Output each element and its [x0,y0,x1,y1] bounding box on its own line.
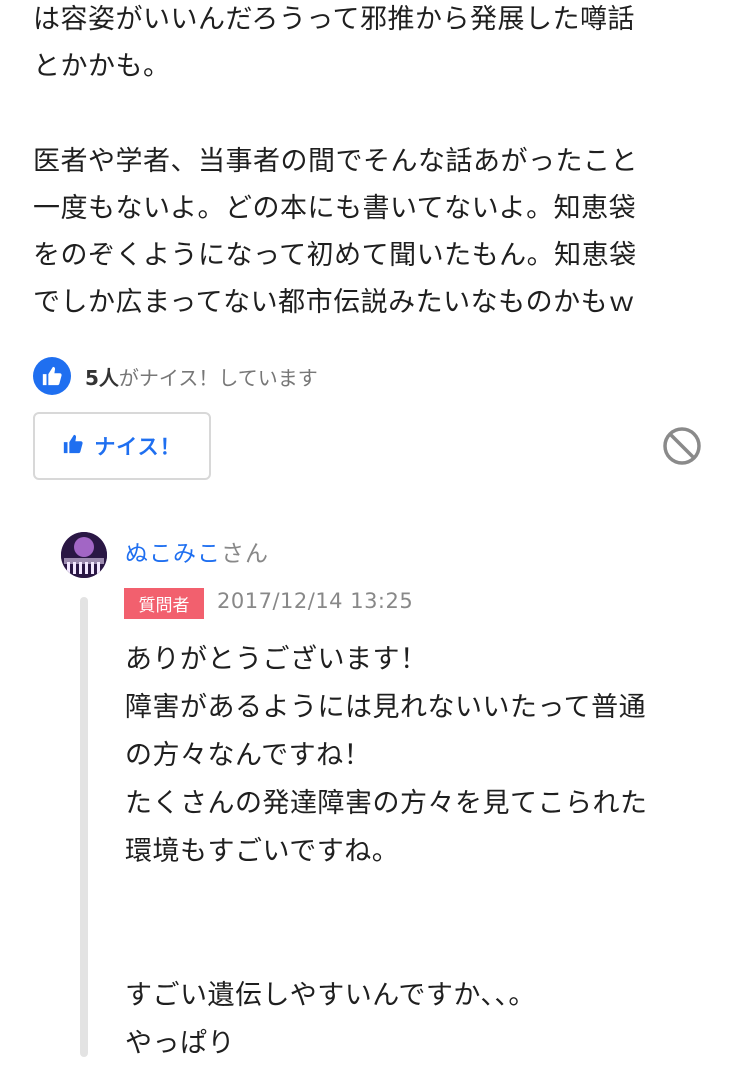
reply-line: やっぱり [125,1028,235,1059]
avatar[interactable] [61,532,107,578]
thumbs-up-icon [62,433,84,459]
reply-line: 障害があるようには見れないいたって普通 [125,692,647,723]
reply-line: の方々なんですね！ [125,740,372,771]
reply-author-name[interactable]: ぬこみこ [125,541,221,567]
answer-line: をのぞくようになって初めて聞いたもん。知恵袋 [33,240,637,271]
block-icon[interactable] [662,426,702,466]
answer-line: 医者や学者、当事者の間でそんな話あがったこと [33,146,638,177]
nice-count-text: 5人がナイス！しています [85,362,318,391]
answer-body: は容姿がいいんだろうって邪推から発展した噂話 とかかも。 医者や学者、当事者の間… [33,0,723,326]
answer-line: 一度もないよ。どの本にも書いてないよ。知恵袋 [33,193,637,224]
reply-line: たくさんの発達障害の方々を見てこられた [125,788,648,819]
nice-count-suffix: がナイス！しています [118,365,318,390]
nice-count-number: 5人 [85,365,119,390]
reply-body: ありがとうございます！ 障害があるようには見れないいたって普通 の方々なんですね… [125,636,725,1068]
reply-author: ぬこみこさん [125,534,269,568]
questioner-badge: 質問者 [124,588,204,619]
reply-line: ありがとうございます！ [125,644,428,675]
answer-line: は容姿がいいんだろうって邪推から発展した噂話 [33,4,636,35]
reply-author-suffix: さん [221,541,269,567]
nice-button[interactable]: ナイス！ [33,412,211,480]
thumbs-up-icon [33,357,71,395]
reply-timestamp: 2017/12/14 13:25 [217,589,414,613]
answer-line: でしか広まってない都市伝説みたいなものかもｗ [33,287,636,318]
nice-button-label: ナイス！ [94,435,182,459]
reply-thread-line [80,597,88,1057]
reply-line: 環境もすごいですね。 [125,836,400,867]
reply-line: すごい遺伝しやすいんですか、、。 [125,980,536,1011]
nice-count: 5人がナイス！しています [33,356,318,396]
answer-line: とかかも。 [33,51,171,82]
